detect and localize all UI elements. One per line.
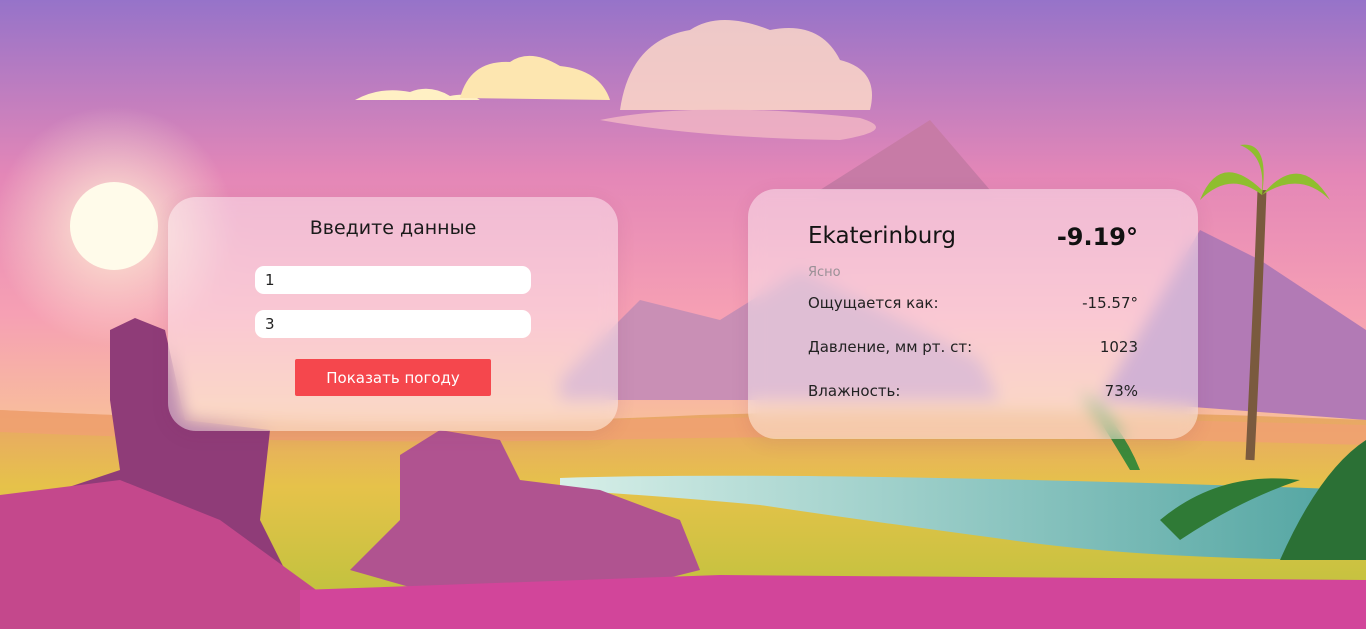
- feels-like-value: -15.57°: [1082, 294, 1138, 312]
- feels-like-label: Ощущается как:: [808, 294, 939, 312]
- humidity-value: 73%: [1104, 382, 1138, 400]
- humidity-label: Влажность:: [808, 382, 901, 400]
- pressure-value: 1023: [1099, 338, 1138, 356]
- weather-card: Ekaterinburg -9.19° Ясно Ощущается как: …: [748, 189, 1198, 439]
- page: Введите данные Показать погоду Ekaterinb…: [0, 0, 1366, 629]
- city-name: Ekaterinburg: [808, 223, 956, 249]
- second-input[interactable]: [255, 310, 531, 338]
- input-form-card: Введите данные Показать погоду: [168, 197, 618, 431]
- show-weather-button[interactable]: Показать погоду: [295, 359, 491, 396]
- temperature: -9.19°: [1056, 223, 1138, 251]
- humidity-row: Влажность: 73%: [808, 382, 1138, 404]
- pressure-label: Давление, мм рт. ст:: [808, 338, 973, 356]
- weather-description: Ясно: [808, 265, 841, 280]
- pressure-row: Давление, мм рт. ст: 1023: [808, 338, 1138, 360]
- feels-like-row: Ощущается как: -15.57°: [808, 294, 1138, 316]
- form-title: Введите данные: [309, 217, 477, 239]
- first-input[interactable]: [255, 266, 531, 294]
